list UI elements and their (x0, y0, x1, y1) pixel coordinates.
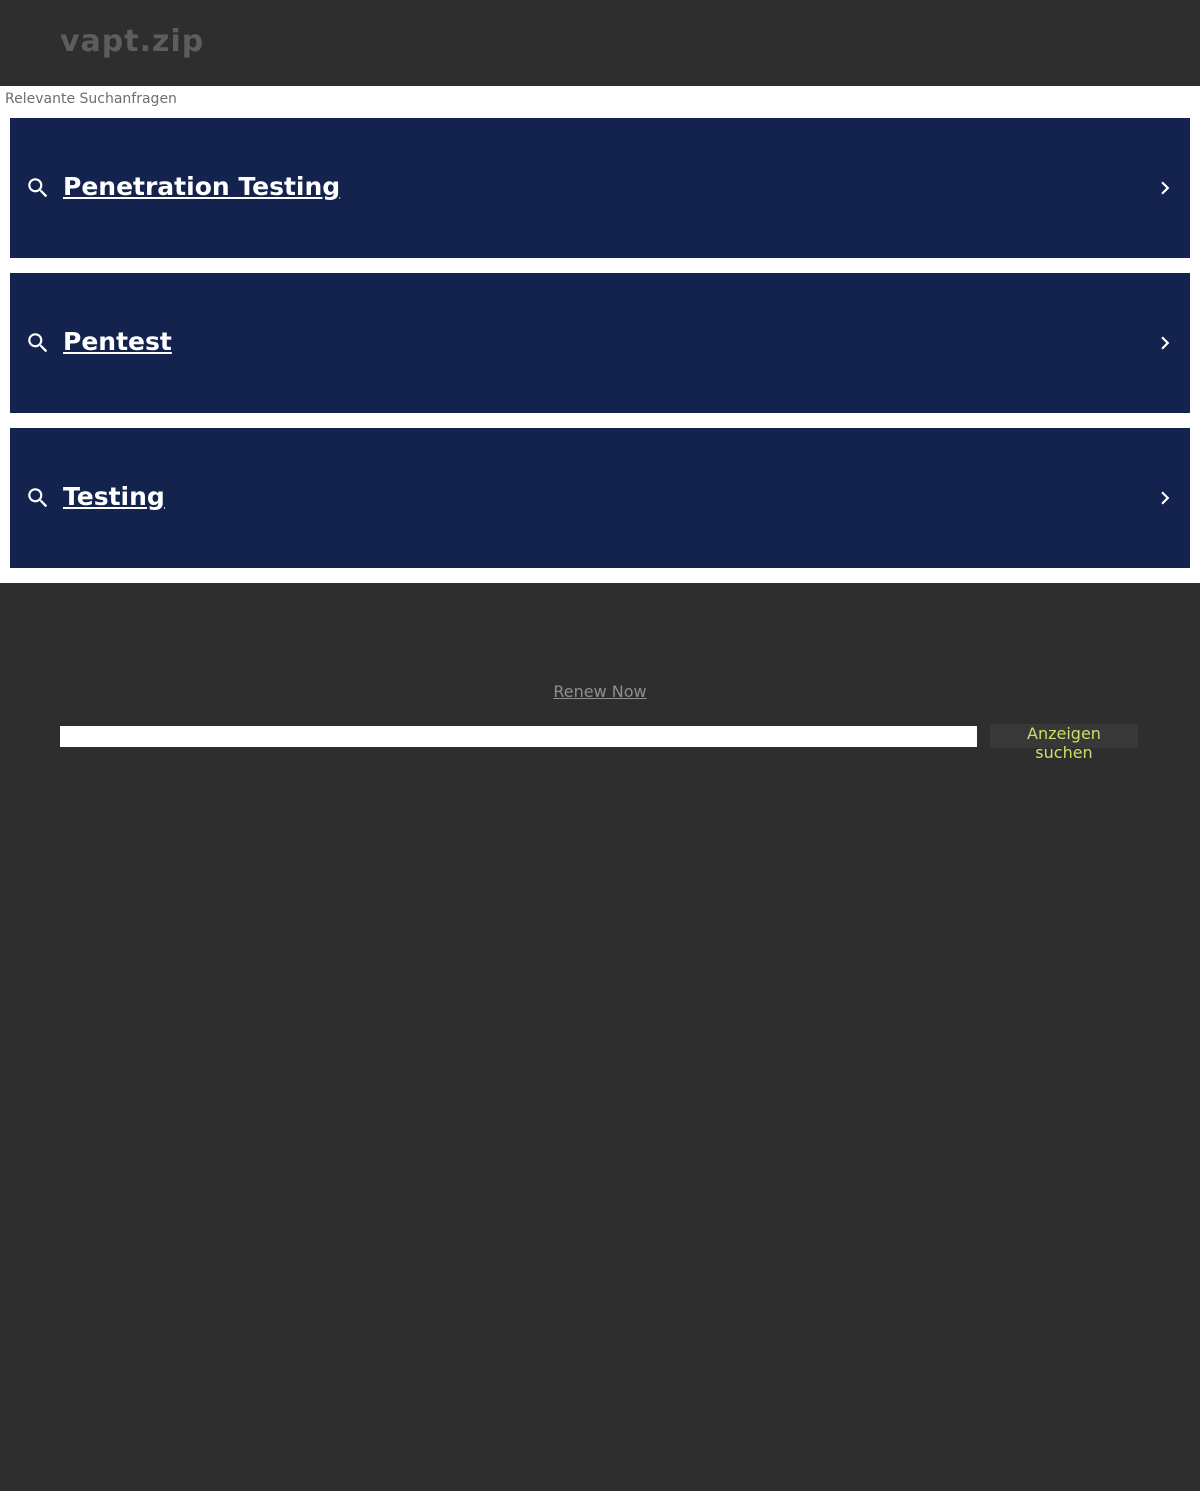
chevron-right-icon (1161, 491, 1170, 505)
search-icon (28, 178, 48, 198)
header: vapt.zip (0, 0, 1200, 86)
renew-now-link[interactable]: Renew Now (553, 682, 646, 701)
related-searches-heading: Relevante Suchanfragen (5, 91, 177, 107)
related-search-label[interactable]: Penetration Testing (63, 170, 340, 204)
related-searches-section: Relevante Suchanfragen Penetration Testi… (0, 86, 1200, 583)
renew-container: Renew Now (0, 682, 1200, 702)
search-icon (28, 488, 48, 508)
search-ads-button[interactable]: Anzeigen suchen (990, 724, 1138, 762)
footer: Renew Now Anzeigen suchen (0, 583, 1200, 1491)
domain-title: vapt.zip (60, 24, 205, 59)
related-search-item-penetration-testing[interactable]: Penetration Testing (10, 118, 1190, 258)
related-search-item-pentest[interactable]: Pentest (10, 273, 1190, 413)
search-icon (28, 333, 48, 353)
search-input[interactable] (60, 726, 977, 747)
related-search-label[interactable]: Pentest (63, 325, 172, 359)
related-search-label[interactable]: Testing (63, 480, 165, 514)
chevron-right-icon (1161, 181, 1170, 195)
chevron-right-icon (1161, 336, 1170, 350)
related-search-item-testing[interactable]: Testing (10, 428, 1190, 568)
